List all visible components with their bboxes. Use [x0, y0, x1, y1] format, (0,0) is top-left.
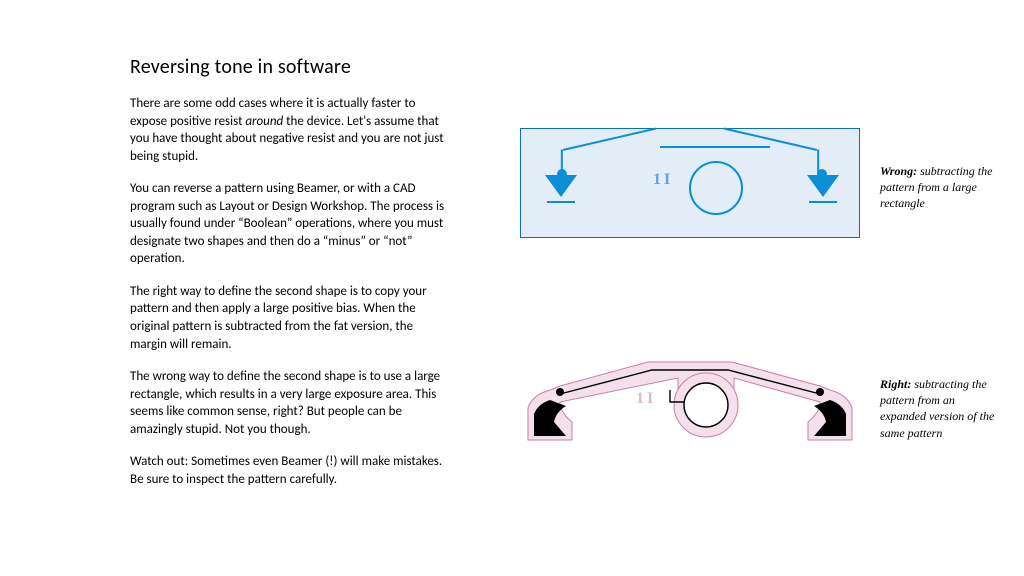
figure-wrong: 1I: [520, 128, 860, 238]
caption-wrong-bold: Wrong:: [880, 164, 917, 178]
paragraph-1: There are some odd cases where it is act…: [130, 95, 450, 165]
device-label: 1I: [653, 171, 673, 189]
slide-title: Reversing tone in software: [130, 55, 351, 79]
caption-right-bold: Right:: [880, 377, 911, 391]
slide-page: Reversing tone in software There are som…: [0, 0, 1024, 576]
p1-emph: around: [245, 114, 283, 129]
paragraph-4: The wrong way to define the second shape…: [130, 368, 450, 438]
ring-device: [689, 161, 743, 215]
paragraph-2: You can reverse a pattern using Beamer, …: [130, 180, 450, 268]
device-label-outline: 1I: [636, 390, 656, 408]
caption-wrong: Wrong: subtracting the pattern from a la…: [880, 163, 1000, 212]
body-text-block: There are some odd cases where it is act…: [130, 95, 450, 503]
arm-left: [563, 127, 657, 151]
paragraph-3: The right way to define the second shape…: [130, 283, 450, 353]
figure-right-svg: [520, 350, 860, 450]
paragraph-5: Watch out: Sometimes even Beamer (!) wil…: [130, 453, 450, 488]
figure-right: 1I: [520, 350, 860, 450]
top-bar: [660, 146, 770, 148]
caption-right: Right: subtracting the pattern from an e…: [880, 376, 1000, 441]
